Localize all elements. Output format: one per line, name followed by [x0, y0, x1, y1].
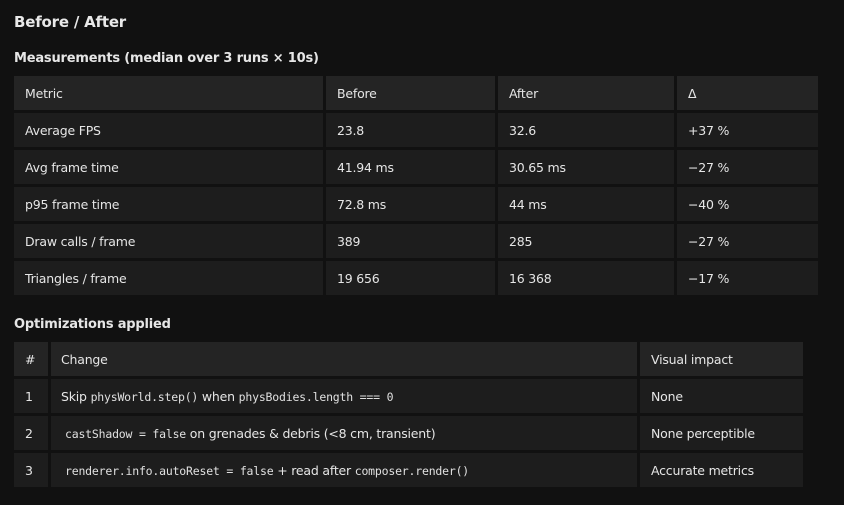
change-cell: castShadow = false on grenades & debris … — [51, 416, 637, 450]
delta-cell: −40 % — [677, 187, 818, 221]
before-cell: 23.8 — [326, 113, 495, 147]
optimizations-table: # Change Visual impact 1 Skip physWorld.… — [11, 339, 806, 490]
visual-impact-cell: None — [640, 379, 803, 413]
optimizations-heading: Optimizations applied — [14, 317, 171, 332]
change-text: + read after — [273, 462, 355, 478]
before-cell: 389 — [326, 224, 495, 258]
change-text: Skip — [61, 388, 91, 404]
after-cell: 32.6 — [498, 113, 674, 147]
after-cell: 44 ms — [498, 187, 674, 221]
table-header-row: # Change Visual impact — [14, 342, 803, 376]
before-cell: 72.8 ms — [326, 187, 495, 221]
delta-cell: −27 % — [677, 150, 818, 184]
page: Before / After Measurements (median over… — [0, 0, 844, 505]
table-row: 2 castShadow = false on grenades & debri… — [14, 416, 803, 450]
after-cell: 30.65 ms — [498, 150, 674, 184]
page-title: Before / After — [14, 13, 127, 31]
change-text: on grenades & debris (<8 cm, transient) — [186, 425, 436, 441]
before-cell: 19 656 — [326, 261, 495, 295]
column-header-after: After — [498, 76, 674, 110]
visual-impact-cell: None perceptible — [640, 416, 803, 450]
code-snippet: renderer.info.autoReset = false — [65, 463, 274, 478]
measurements-table: Metric Before After Δ Average FPS 23.8 3… — [11, 73, 821, 298]
column-header-delta: Δ — [677, 76, 818, 110]
visual-impact-cell: Accurate metrics — [640, 453, 803, 487]
metric-cell: p95 frame time — [14, 187, 323, 221]
delta-cell: −27 % — [677, 224, 818, 258]
number-cell: 2 — [14, 416, 48, 450]
code-snippet: composer.render() — [354, 463, 470, 478]
code-snippet: castShadow = false — [65, 426, 187, 441]
table-row: Average FPS 23.8 32.6 +37 % — [14, 113, 818, 147]
table-row: 3 renderer.info.autoReset = false + read… — [14, 453, 803, 487]
column-header-number: # — [14, 342, 48, 376]
metric-cell: Triangles / frame — [14, 261, 323, 295]
metric-cell: Draw calls / frame — [14, 224, 323, 258]
table-header-row: Metric Before After Δ — [14, 76, 818, 110]
table-row: 1 Skip physWorld.step() when physBodies.… — [14, 379, 803, 413]
metric-cell: Avg frame time — [14, 150, 323, 184]
table-row: p95 frame time 72.8 ms 44 ms −40 % — [14, 187, 818, 221]
delta-cell: +37 % — [677, 113, 818, 147]
column-header-before: Before — [326, 76, 495, 110]
table-row: Triangles / frame 19 656 16 368 −17 % — [14, 261, 818, 295]
number-cell: 3 — [14, 453, 48, 487]
after-cell: 285 — [498, 224, 674, 258]
delta-cell: −17 % — [677, 261, 818, 295]
metric-cell: Average FPS — [14, 113, 323, 147]
column-header-metric: Metric — [14, 76, 323, 110]
code-snippet: physBodies.length === 0 — [238, 389, 394, 404]
measurements-heading: Measurements (median over 3 runs × 10s) — [14, 51, 319, 66]
code-snippet: physWorld.step() — [90, 389, 199, 404]
before-cell: 41.94 ms — [326, 150, 495, 184]
table-row: Draw calls / frame 389 285 −27 % — [14, 224, 818, 258]
change-cell: renderer.info.autoReset = false + read a… — [51, 453, 637, 487]
column-header-visual-impact: Visual impact — [640, 342, 803, 376]
change-cell: Skip physWorld.step() when physBodies.le… — [51, 379, 637, 413]
change-text: when — [198, 388, 239, 404]
after-cell: 16 368 — [498, 261, 674, 295]
table-row: Avg frame time 41.94 ms 30.65 ms −27 % — [14, 150, 818, 184]
number-cell: 1 — [14, 379, 48, 413]
column-header-change: Change — [51, 342, 637, 376]
